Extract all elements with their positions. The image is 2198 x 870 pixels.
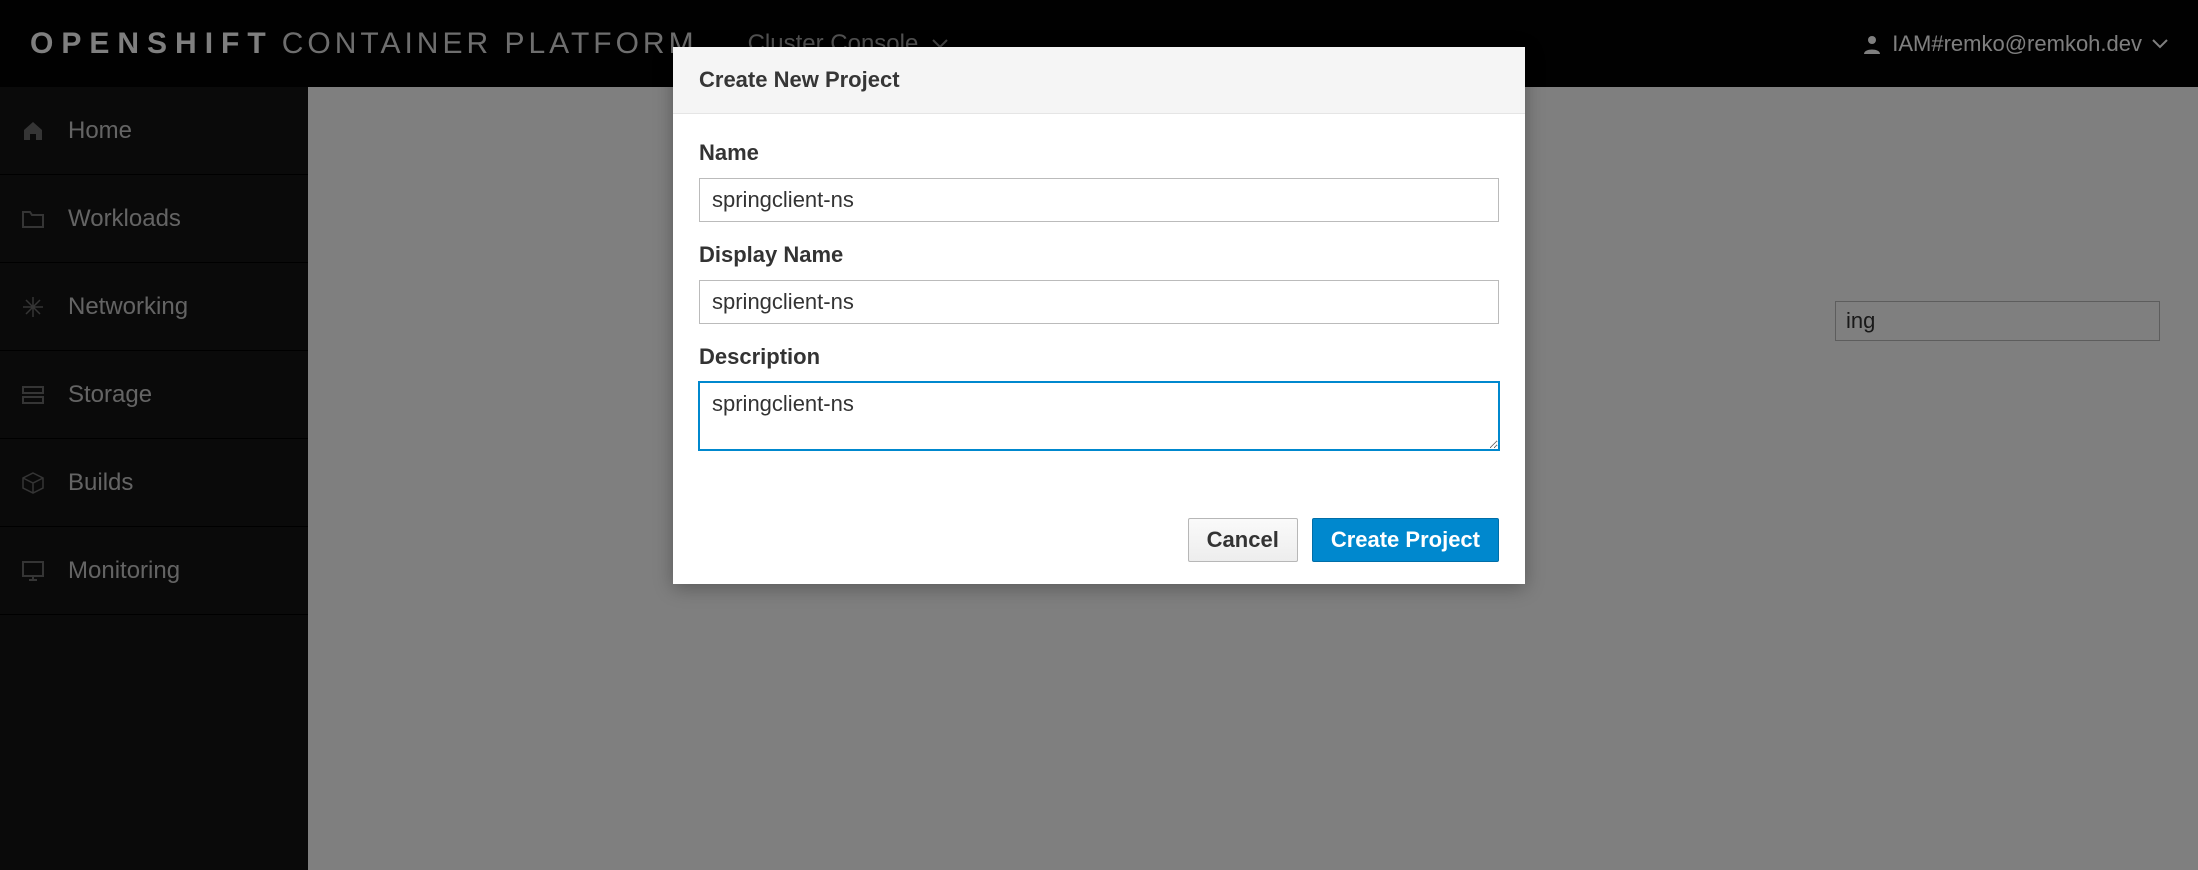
create-project-button[interactable]: Create Project: [1312, 518, 1499, 562]
name-label: Name: [699, 140, 1499, 166]
description-label: Description: [699, 344, 1499, 370]
create-project-modal: Create New Project Name Display Name Des…: [673, 47, 1525, 584]
name-input[interactable]: [699, 178, 1499, 222]
modal-footer: Cancel Create Project: [673, 496, 1525, 584]
modal-title: Create New Project: [699, 67, 1499, 93]
description-textarea[interactable]: springclient-ns: [699, 382, 1499, 450]
cancel-button[interactable]: Cancel: [1188, 518, 1298, 562]
display-name-label: Display Name: [699, 242, 1499, 268]
modal-body: Name Display Name Description springclie…: [673, 114, 1525, 496]
modal-header: Create New Project: [673, 47, 1525, 114]
display-name-input[interactable]: [699, 280, 1499, 324]
